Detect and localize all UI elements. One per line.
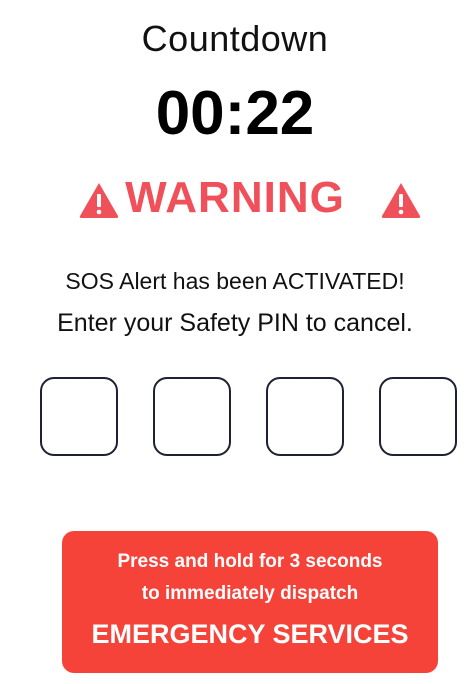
pin-digit-3[interactable] [266, 377, 344, 456]
countdown-timer: 00:22 [155, 79, 315, 148]
emergency-button-line-3: EMERGENCY SERVICES [91, 619, 409, 649]
pin-digit-1[interactable] [40, 377, 118, 456]
warning-banner: WARNING [0, 170, 470, 230]
alert-message: SOS Alert has been ACTIVATED! [65, 268, 405, 294]
pin-instruction: Enter your Safety PIN to cancel. [57, 309, 413, 337]
countdown-label: Countdown [141, 18, 329, 59]
warning-triangle-icon [381, 183, 421, 218]
emergency-button-line-2: to immediately dispatch [141, 583, 359, 604]
pin-digit-2[interactable] [153, 377, 231, 456]
pin-digit-4[interactable] [379, 377, 457, 456]
emergency-button-line-1: Press and hold for 3 seconds [117, 551, 383, 572]
emergency-dispatch-button[interactable]: Press and hold for 3 seconds to immediat… [62, 531, 438, 673]
